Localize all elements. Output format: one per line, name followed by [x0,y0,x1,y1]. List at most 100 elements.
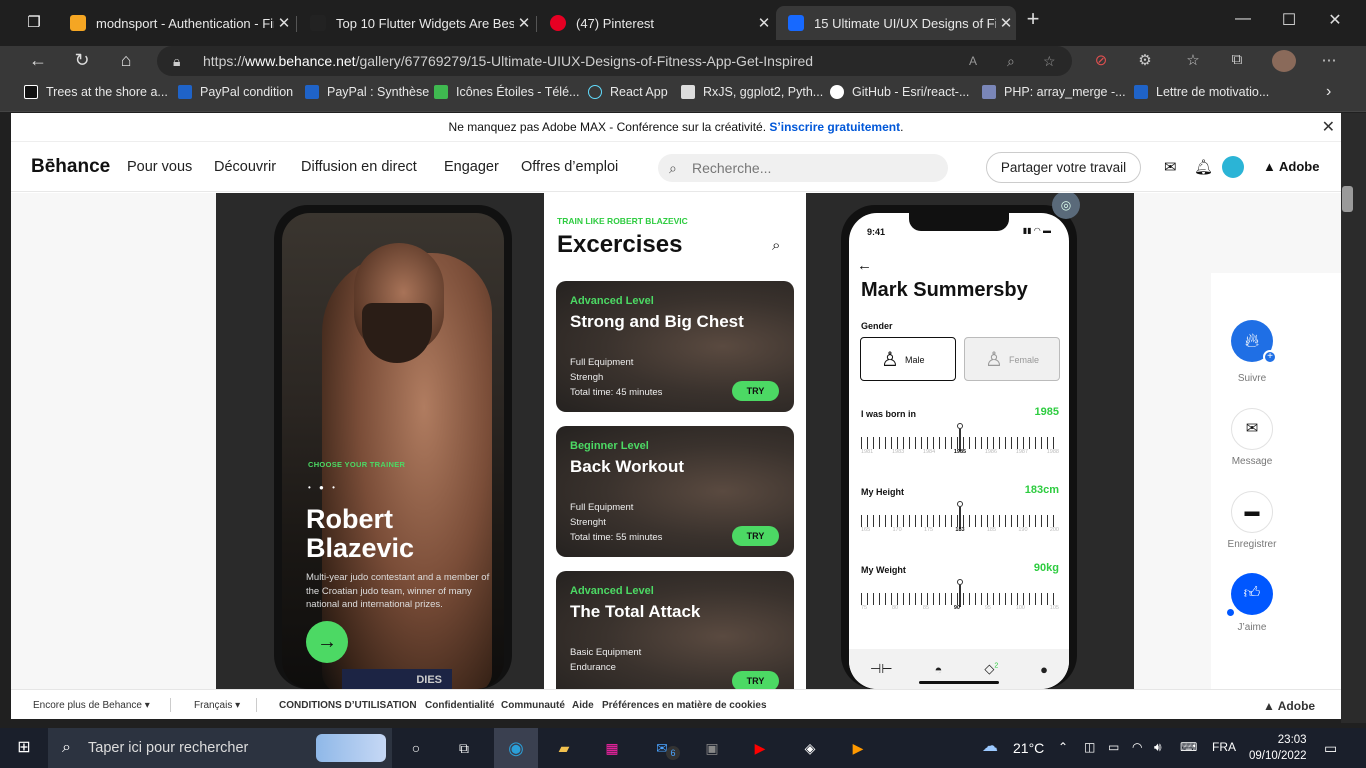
message-button[interactable]: ✉ [1231,408,1273,450]
page-scrollbar[interactable] [1341,113,1366,723]
task-view-icon[interactable]: ⧉ [452,736,476,760]
close-tab-icon[interactable]: ✕ [514,14,534,32]
adobe-link[interactable]: ▲ Adobe [1263,159,1319,174]
minimize-button[interactable]: — [1220,10,1266,28]
clock[interactable]: 23:03 09/10/2022 [1249,732,1307,764]
tab-modnsport[interactable]: modnsport - Authentication - Fir ✕ [58,6,294,40]
keyboard-icon[interactable]: ⌨ [1180,740,1197,754]
community-link[interactable]: Communauté [501,700,565,711]
nav-engager[interactable]: Engager [444,159,499,175]
network-icon[interactable]: ◫ [1084,740,1095,754]
volume-icon[interactable]: 🔊︎ [1154,740,1162,755]
weather-icon[interactable]: ☁ [982,736,998,756]
adobe-footer-link[interactable]: ▲ Adobe [1263,699,1315,713]
url-field[interactable]: 🔒︎ https://www.behance.net/gallery/67769… [157,46,1072,76]
home-icon[interactable]: ⌂ [114,50,138,71]
close-banner-icon[interactable]: ✕ [1322,113,1335,142]
close-window-button[interactable]: ✕ [1312,10,1358,30]
app-w-icon[interactable]: ◈ [798,736,822,760]
bookmark-item[interactable]: PHP: array_merge -... [982,85,1126,99]
nav-diffusion[interactable]: Diffusion en direct [301,159,417,175]
diamond-icon: ◇2 [984,661,999,676]
search-icon: ⌕ [62,739,71,756]
scrollbar-thumb[interactable] [1342,186,1353,212]
media-app-icon[interactable]: ▶ [846,736,870,760]
privacy-link[interactable]: Confidentialité [425,700,494,711]
cookies-link[interactable]: Préférences en matière de cookies [602,700,767,711]
blocker-icon[interactable]: ⊘ [1090,51,1112,69]
mail-icon[interactable]: ✉ 6 [650,736,680,760]
read-aloud-icon[interactable]: A [969,46,977,76]
profile-icon: ● [1040,661,1048,677]
add-favorite-icon[interactable]: ☆ [1043,46,1056,76]
tab-behance[interactable]: 15 Ultimate UI/UX Designs of Fit ✕ [776,6,1016,40]
taskbar-search[interactable]: ⌕ Taper ici pour rechercher [48,728,392,768]
menu-icon[interactable]: ⋯ [1318,51,1340,69]
language-dropdown[interactable]: Français ▾ [194,700,240,711]
bookmark-item[interactable]: React App [588,85,668,99]
project-actions: 🔥︎ + Suivre ✉ Message ▬ Enregistrer 👍︎ J’… [1211,273,1341,689]
close-tab-icon[interactable]: ✕ [274,14,294,32]
nav-offres-emploi[interactable]: Offres d’emploi [521,159,618,175]
language-indicator[interactable]: FRA [1212,740,1236,754]
favorites-icon[interactable]: ☆ [1182,51,1204,69]
notifications-icon[interactable]: ▭ [1324,740,1337,757]
chevron-right-icon[interactable]: › [1326,83,1331,101]
youtube-icon[interactable]: ▶ [748,736,772,760]
store-icon[interactable]: ▦ [600,736,624,760]
back-icon[interactable]: ← [26,50,50,71]
wifi-icon[interactable]: ◠ [1132,740,1142,754]
status-icons: ▮▮ ◠ ▬ [1022,226,1051,235]
collections-icon[interactable]: ⧉ [1226,51,1248,68]
nav-pour-vous[interactable]: Pour vous [127,159,192,175]
tab-flutter[interactable]: Top 10 Flutter Widgets Are Best ✕ [298,6,534,40]
close-tab-icon[interactable]: ✕ [754,14,774,32]
tab-separator [296,16,297,32]
like-button[interactable]: 👍︎ [1231,573,1273,615]
camera-icon[interactable]: ◎ [1052,193,1080,219]
tab-actions-icon[interactable]: ❐ [22,11,46,35]
new-tab-button[interactable]: + [1010,6,1056,32]
bell-icon[interactable]: 🔔︎ [1194,158,1213,176]
follow-button[interactable]: 🔥︎ + [1231,320,1277,364]
maximize-button[interactable]: ☐ [1266,10,1312,30]
dumbbell-icon: ⊣⊢ [869,661,893,676]
next-arrow-icon: → [306,621,348,663]
temperature-label[interactable]: 21°C [1013,740,1044,756]
try-button: TRY [732,526,779,546]
bookmark-item[interactable]: Trees at the shore a... [24,85,168,99]
help-link[interactable]: Aide [572,700,594,711]
mail-icon[interactable]: ✉ [1164,158,1177,176]
tray-chevron-icon[interactable]: ⌃ [1058,740,1068,754]
refresh-icon[interactable]: ↻ [70,50,94,71]
tab-pinterest[interactable]: (47) Pinterest ✕ [538,6,774,40]
terms-link[interactable]: CONDITIONS D’UTILISATION [279,700,417,711]
behance-logo[interactable]: Bēhance [31,156,110,178]
bookmark-item[interactable]: PayPal : Synthèse [305,85,429,99]
nav-decouvrir[interactable]: Découvrir [214,159,276,175]
profile-name: Mark Summersby [861,279,1028,301]
gender-male: ♙ Male [860,337,956,381]
share-work-button[interactable]: Partager votre travail [986,152,1141,183]
extensions-icon[interactable]: ⚙ [1134,51,1156,69]
file-explorer-icon[interactable]: ▰ [552,736,576,760]
battery-icon[interactable]: ▭ [1108,740,1119,754]
register-link[interactable]: S’inscrire gratuitement [769,120,900,134]
profile-avatar[interactable] [1272,50,1296,72]
zoom-icon[interactable]: ⌕ [1007,46,1015,76]
bookmark-item[interactable]: Lettre de motivatio... [1134,85,1269,99]
bookmark-item[interactable]: GitHub - Esri/react-... [830,85,969,99]
windows-start-icon[interactable]: ⊞ [12,736,36,760]
project-image[interactable]: CHOOSE YOUR TRAINER • ● • Robert Blazevi… [216,193,1134,689]
app-f-icon[interactable]: ▣ [700,736,724,760]
search-input[interactable]: ⌕ Recherche... [658,154,948,182]
edge-taskbar-icon[interactable]: ◉ [494,728,538,768]
more-behance-dropdown[interactable]: Encore plus de Behance ▾ [33,700,150,711]
avatar[interactable] [1222,156,1244,178]
bookmark-item[interactable]: PayPal condition [178,85,293,99]
cortana-icon[interactable]: ○ [404,736,428,760]
bookmark-item[interactable]: RxJS, ggplot2, Pyth... [681,85,823,99]
search-icon: ⌕ [669,160,677,176]
save-button[interactable]: ▬ [1231,491,1273,533]
bookmark-item[interactable]: Icônes Étoiles - Télé... [434,85,579,99]
